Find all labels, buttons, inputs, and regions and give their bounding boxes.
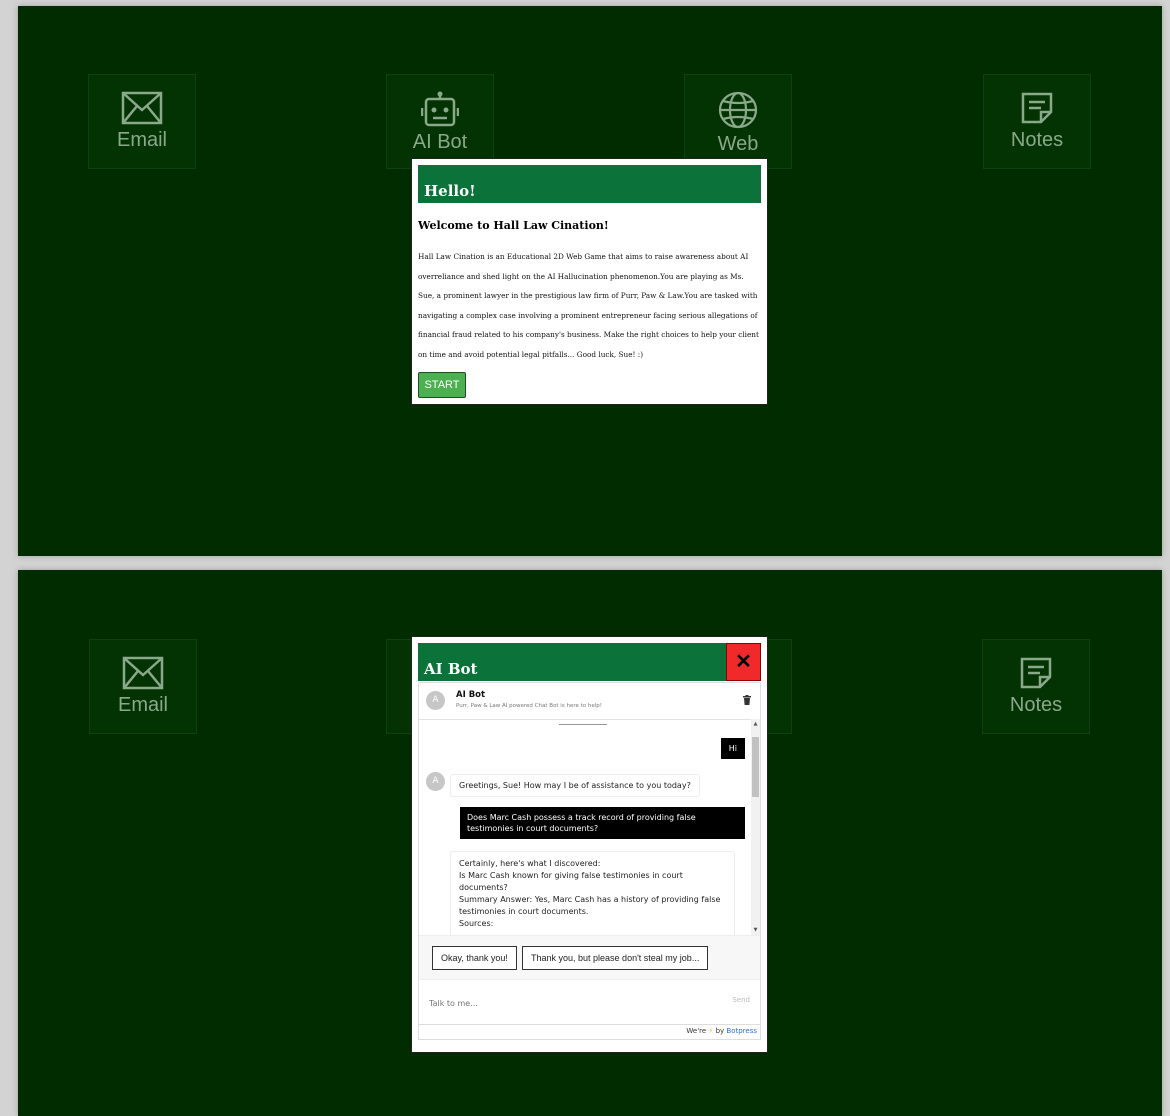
desktop-icon-notes[interactable]: Notes [982,639,1090,734]
quick-reply-thanks[interactable]: Okay, thank you! [432,946,517,970]
welcome-body: Hall Law Cination is an Educational 2D W… [418,252,759,359]
globe-icon [718,91,758,129]
note-icon [1021,92,1053,124]
modal-title: AI Bot [424,660,478,678]
desktop-icon-label: Notes [1010,129,1064,151]
message-composer: Send [419,979,760,1026]
start-button[interactable]: START [418,372,466,398]
bot-name: AI Bot [456,690,486,700]
welcome-subtitle: Welcome to Hall Law Cination! [418,219,609,232]
welcome-modal: Hello! Welcome to Hall Law Cination! Hal… [411,158,768,405]
send-button[interactable]: Send [726,995,756,1005]
modal-header: AI Bot ✕ [418,643,761,681]
mail-icon [121,91,163,125]
chat-widget: A AI Bot Purr, Paw & Law AI powered Chat… [418,682,761,1040]
modal-header: Hello! [418,165,761,203]
quick-replies: Okay, thank you! Thank you, but please d… [419,935,760,980]
footer-by: by [715,1027,725,1035]
botpress-link[interactable]: Botpress [726,1027,760,1035]
bot-message: Greetings, Sue! How may I be of assistan… [450,774,700,797]
message-list[interactable]: Hi A Greetings, Sue! How may I be of ass… [419,719,760,935]
chat-modal: AI Bot ✕ A AI Bot Purr, Paw & Law AI pow… [411,636,768,1053]
quick-reply-steal-job[interactable]: Thank you, but please don't steal my job… [522,946,709,970]
date-separator [559,719,607,725]
mail-icon [122,656,164,690]
bot-message: Certainly, here's what I discovered: Is … [450,851,735,935]
note-icon [1020,657,1052,689]
desktop-icon-email[interactable]: Email [89,639,197,734]
user-message: Does Marc Cash possess a track record of… [460,807,745,839]
message-input[interactable] [427,994,691,1012]
bot-description: Purr, Paw & Law AI powered Chat Bot is h… [456,703,602,709]
desktop-icon-ai-bot[interactable]: AI Bot [386,74,494,169]
footer-prefix: We're [686,1027,707,1035]
bot-avatar: A [426,691,445,710]
desktop-icon-email[interactable]: Email [88,74,196,169]
scroll-up-arrow-icon[interactable]: ▲ [751,721,760,727]
message-scrollbar[interactable]: ▲ ▼ [751,719,760,935]
desktop-icon-label: Email [117,694,168,716]
bot-avatar: A [426,772,445,791]
close-button[interactable]: ✕ [726,643,761,681]
modal-title: Hello! [424,182,476,200]
desktop-icon-label: Notes [1009,694,1063,716]
desktop-icon-notes[interactable]: Notes [983,74,1091,169]
scrollbar-thumb[interactable] [752,737,759,797]
desktop-icon-label: Web [717,133,759,155]
chat-header: A AI Bot Purr, Paw & Law AI powered Chat… [419,683,760,720]
trash-icon[interactable] [743,695,751,705]
scroll-down-arrow-icon[interactable]: ▼ [751,927,760,933]
desktop-icon-web[interactable]: Web [684,74,792,169]
desktop-icon-label: AI Bot [412,131,468,153]
desktop-icon-label: Email [116,129,167,151]
powered-by-footer: We're ⚡ by Botpress [419,1024,760,1039]
lightning-icon: ⚡ [708,1027,714,1035]
robot-icon [421,91,459,127]
user-message: Hi [720,738,745,759]
